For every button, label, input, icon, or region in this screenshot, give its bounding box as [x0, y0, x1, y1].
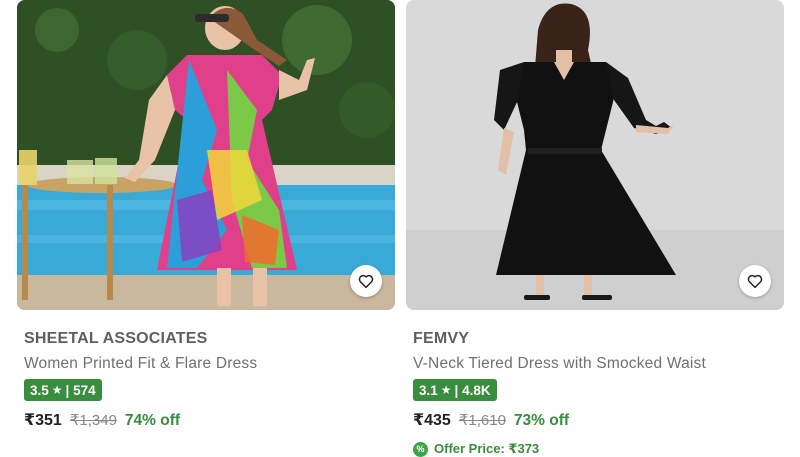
discount-percent: 73% off	[513, 412, 570, 429]
rating-value: 3.1	[419, 382, 438, 398]
original-price: ₹1,610	[458, 412, 506, 429]
product-card[interactable]: FEMVY V-Neck Tiered Dress with Smocked W…	[406, 0, 784, 457]
rating-count: | 574	[65, 382, 96, 398]
product-brand[interactable]: SHEETAL ASSOCIATES	[24, 330, 207, 348]
heart-outline-icon	[747, 274, 763, 289]
original-price: ₹1,349	[69, 412, 117, 429]
star-icon: ★	[51, 383, 63, 397]
heart-outline-icon	[358, 274, 374, 289]
offer-price-row: % Offer Price: ₹373	[413, 441, 539, 457]
rating-value: 3.5	[30, 382, 49, 398]
rating-badge: 3.1 ★ | 4.8K	[413, 379, 497, 401]
dress-photo-icon	[17, 0, 395, 310]
product-title[interactable]: V-Neck Tiered Dress with Smocked Waist	[413, 355, 706, 373]
product-image[interactable]	[17, 0, 395, 310]
product-title[interactable]: Women Printed Fit & Flare Dress	[24, 355, 257, 373]
offer-percent-icon: %	[413, 441, 428, 457]
discount-percent: 74% off	[124, 412, 181, 429]
wishlist-button[interactable]	[350, 265, 382, 297]
dress-photo-icon	[406, 0, 784, 310]
rating-count: | 4.8K	[454, 382, 491, 398]
product-brand[interactable]: FEMVY	[413, 330, 469, 348]
price-row: ₹435 ₹1,610 73% off	[413, 410, 569, 430]
price-row: ₹351 ₹1,349 74% off	[24, 410, 180, 430]
selling-price: ₹351	[24, 412, 62, 429]
wishlist-button[interactable]	[739, 265, 771, 297]
product-image[interactable]	[406, 0, 784, 310]
offer-price: Offer Price: ₹373	[434, 441, 540, 456]
star-icon: ★	[440, 383, 452, 397]
rating-badge: 3.5 ★ | 574	[24, 379, 102, 401]
product-card[interactable]: SHEETAL ASSOCIATES Women Printed Fit & F…	[17, 0, 395, 457]
selling-price: ₹435	[413, 412, 451, 429]
